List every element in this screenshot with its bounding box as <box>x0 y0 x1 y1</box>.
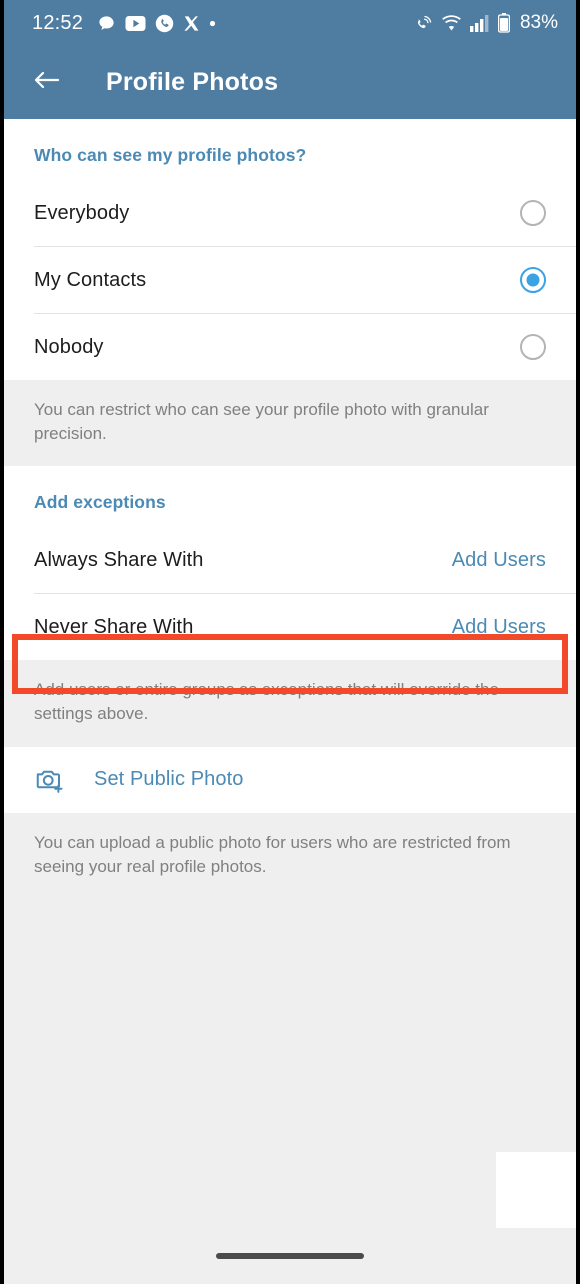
option-label-everybody: Everybody <box>34 201 130 224</box>
youtube-icon <box>125 15 146 31</box>
option-label-nobody: Nobody <box>34 335 104 358</box>
public-photo-section: Set Public Photo <box>4 746 576 813</box>
visibility-section-header: Who can see my profile photos? <box>34 145 307 165</box>
set-public-photo-label: Set Public Photo <box>94 768 244 790</box>
radio-my-contacts[interactable] <box>520 267 546 293</box>
never-share-with-row[interactable]: Never Share With Add Users <box>4 594 576 661</box>
arrow-back-icon <box>32 68 62 97</box>
status-bar: 12:52 83% <box>4 0 576 46</box>
visibility-section-footer: You can restrict who can see your profil… <box>4 380 576 467</box>
x-twitter-icon <box>183 15 200 32</box>
gesture-navigation-bar <box>4 1228 576 1284</box>
always-share-with-row[interactable]: Always Share With Add Users <box>4 527 576 594</box>
radio-everybody[interactable] <box>520 200 546 226</box>
exceptions-section-footer: Add users or entire groups as exceptions… <box>4 660 576 747</box>
never-share-add-users-button[interactable]: Add Users <box>452 616 546 639</box>
app-bar: Profile Photos <box>4 46 576 119</box>
option-label-my-contacts: My Contacts <box>34 268 147 291</box>
battery-icon <box>497 13 510 33</box>
status-system-icons: 83% <box>412 12 558 34</box>
phone-screen: 12:52 83% Profile Photos Who can see my … <box>0 0 580 1284</box>
dot-icon <box>209 20 216 27</box>
never-share-with-label: Never Share With <box>34 615 194 638</box>
signal-bars-icon <box>469 14 490 32</box>
back-button[interactable] <box>30 66 64 100</box>
always-share-add-users-button[interactable]: Add Users <box>452 549 546 572</box>
public-photo-section-footer: You can upload a public photo for users … <box>4 812 576 899</box>
battery-percent-label: 83% <box>519 12 558 33</box>
page-title: Profile Photos <box>106 68 279 96</box>
wifi-icon <box>441 14 462 32</box>
status-clock: 12:52 <box>32 11 84 34</box>
exceptions-section: Add exceptions Always Share With Add Use… <box>4 466 576 661</box>
chat-bubble-icon <box>97 14 116 33</box>
settings-content: Who can see my profile photos? Everybody… <box>4 119 576 1284</box>
exceptions-section-header: Add exceptions <box>34 492 166 513</box>
phone-circle-icon <box>155 14 174 33</box>
home-gesture-pill[interactable] <box>216 1253 364 1259</box>
status-notification-icons <box>97 14 412 33</box>
visibility-section: Who can see my profile photos? Everybody… <box>4 119 576 380</box>
option-row-nobody[interactable]: Nobody <box>4 314 576 380</box>
option-row-everybody[interactable]: Everybody <box>4 180 576 246</box>
radio-nobody[interactable] <box>520 334 546 360</box>
camera-plus-icon <box>34 765 64 795</box>
option-row-my-contacts[interactable]: My Contacts <box>4 247 576 313</box>
always-share-with-label: Always Share With <box>34 548 204 571</box>
call-wifi-icon <box>412 13 433 33</box>
set-public-photo-row[interactable]: Set Public Photo <box>4 746 576 813</box>
overlay-patch <box>496 1152 576 1228</box>
